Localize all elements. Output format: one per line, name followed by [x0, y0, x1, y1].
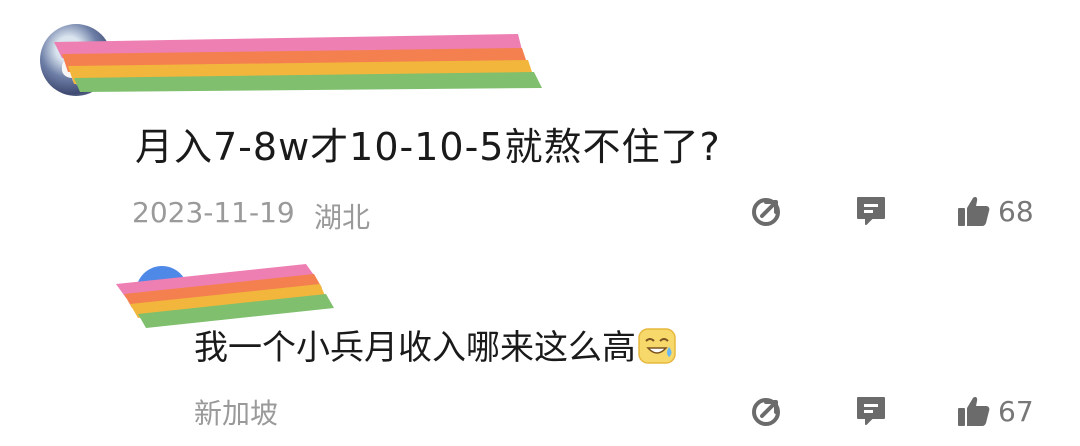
replier-name-redaction [116, 264, 334, 328]
reply-like-count: 67 [998, 394, 1034, 428]
comment-share-button[interactable] [750, 194, 784, 228]
commenter-name-redaction [54, 34, 542, 92]
comment-location: 湖北 [314, 201, 371, 234]
thumbs-up-icon [958, 197, 990, 226]
reply-reply-button[interactable] [854, 394, 888, 428]
reply-text: 我一个小兵月收入哪来这么高 [194, 328, 636, 368]
comment-like-button[interactable]: 68 [956, 194, 1034, 228]
comment-icon [857, 397, 885, 425]
reply-share-button[interactable] [750, 394, 784, 428]
comment-date: 2023-11-19 [132, 196, 295, 229]
share-icon [752, 398, 780, 426]
reply-location: 新加坡 [194, 397, 279, 430]
sweat-laugh-emoji-icon [638, 328, 676, 364]
share-icon [752, 198, 780, 226]
thumbs-up-icon [958, 397, 990, 426]
reply-like-button[interactable]: 67 [956, 394, 1034, 428]
comment-text: 月入7-8w才10-10-5就熬不住了? [135, 125, 721, 169]
comment-like-count: 68 [998, 194, 1034, 228]
reply-text-line: 我一个小兵月收入哪来这么高 [194, 320, 676, 369]
comment-icon [857, 197, 885, 225]
comment-reply-button[interactable] [854, 194, 888, 228]
